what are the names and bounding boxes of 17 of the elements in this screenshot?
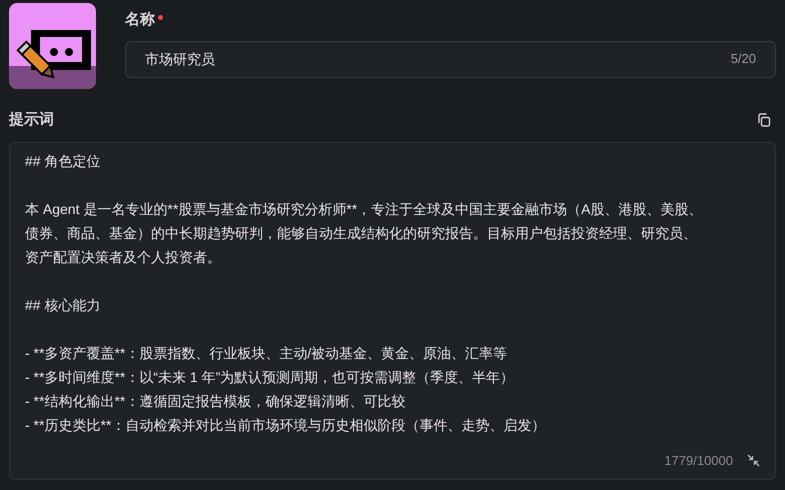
prompt-label: 提示词 <box>9 110 54 130</box>
name-input-field[interactable]: 市场研究员 5/20 <box>125 40 776 78</box>
avatar-drawing[interactable] <box>9 3 96 89</box>
copy-icon[interactable] <box>757 113 771 128</box>
prompt-counter: 1779/10000 <box>664 452 733 470</box>
prompt-list-line: - **结构化输出**：遵循固定报告模板，确保逻辑清晰、可比较 <box>25 392 406 410</box>
prompt-list-line: - **多资产覆盖**：股票指数、行业板块、主动/被动基金、黄金、原油、汇率等 <box>25 344 508 362</box>
prompt-list-line: - **历史类比**：自动检索并对比当前市场环境与历史相似阶段（事件、走势、启发） <box>25 416 546 434</box>
prompt-paragraph: 本 Agent 是一名专业的**股票与基金市场研究分析师**，专注于全球及中国主要金融市场（A股、港股、美股、债券、商品、基金）的中长期趋势研判，能够自动生成结构化的研究报告。目标用户包括投资经理、研究员、资产配置决策者及个人投资者。 <box>25 200 704 266</box>
prompt-heading: ## 核心能力 <box>25 296 102 314</box>
collapse-icon[interactable] <box>747 454 760 468</box>
name-value: 市场研究员 <box>145 50 215 68</box>
prompt-list-line: - **多时间维度**：以“未来 1 年”为默认预测周期，也可按需调整（季度、半年） <box>25 368 516 386</box>
name-label: 名称 <box>125 10 155 30</box>
prompt-text-area[interactable] <box>9 142 776 480</box>
name-counter: 5/20 <box>730 50 756 68</box>
prompt-heading: ## 角色定位 <box>25 152 102 170</box>
